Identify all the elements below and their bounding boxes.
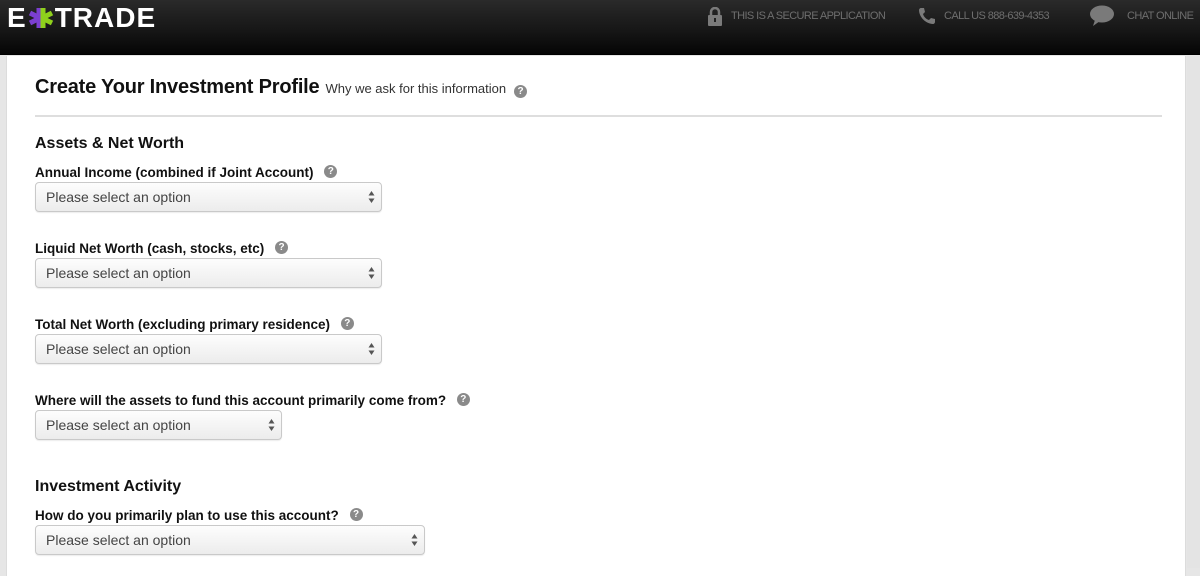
account-use-label-text: How do you primarily plan to use this ac… (35, 508, 339, 523)
logo-star-icon (28, 8, 53, 28)
logo-text-right: TRADE (54, 2, 157, 33)
funding-source-value: Please select an option (46, 417, 191, 433)
select-arrows-icon (411, 534, 418, 546)
help-icon[interactable]: ? (456, 392, 470, 406)
account-use-select[interactable]: Please select an option (35, 525, 425, 555)
total-net-worth-label: Total Net Worth (excluding primary resid… (35, 316, 354, 332)
etrade-logo[interactable]: E TRADE (7, 4, 156, 32)
call-text: CALL US 888-639-4353 (944, 10, 1050, 22)
total-net-worth-value: Please select an option (46, 341, 191, 357)
section-title-investment-activity: Investment Activity (35, 478, 182, 495)
secure-application-notice: THIS IS A SECURE APPLICATION (707, 4, 886, 28)
account-use-label: How do you primarily plan to use this ac… (35, 507, 363, 523)
select-arrows-icon (268, 419, 275, 431)
funding-source-label: Where will the assets to fund this accou… (35, 392, 470, 408)
liquid-net-worth-select[interactable]: Please select an option (35, 258, 382, 288)
liquid-net-worth-label: Liquid Net Worth (cash, stocks, etc) ? (35, 240, 289, 256)
select-arrows-icon (368, 267, 375, 279)
logo-text-left: E (7, 2, 27, 33)
chat-text: CHAT ONLINE (1127, 10, 1194, 22)
investment-profile-page: Create Your Investment Profile Why we as… (6, 56, 1186, 576)
annual-income-label: Annual Income (combined if Joint Account… (35, 164, 338, 180)
annual-income-value: Please select an option (46, 189, 191, 205)
top-bar: E TRADE THIS IS A SECURE APPLICATION CAL… (0, 0, 1200, 55)
funding-source-label-text: Where will the assets to fund this accou… (35, 393, 447, 408)
header-divider (35, 115, 1162, 117)
help-icon[interactable]: ? (340, 316, 354, 330)
page-header: Create Your Investment Profile Why we as… (35, 76, 528, 99)
help-icon[interactable]: ? (324, 164, 338, 178)
why-we-ask-link[interactable]: Why we ask for this information (325, 81, 506, 96)
chat-online-link[interactable]: CHAT ONLINE (1089, 4, 1194, 28)
select-arrows-icon (368, 343, 375, 355)
annual-income-label-text: Annual Income (combined if Joint Account… (35, 165, 314, 180)
total-net-worth-label-text: Total Net Worth (excluding primary resid… (35, 317, 331, 332)
scrollbar-track[interactable] (1187, 56, 1200, 568)
chat-bubble-icon (1089, 5, 1115, 27)
help-icon[interactable]: ? (275, 240, 289, 254)
phone-icon (918, 7, 936, 25)
section-title-assets: Assets & Net Worth (35, 135, 185, 152)
total-net-worth-select[interactable]: Please select an option (35, 334, 382, 364)
annual-income-select[interactable]: Please select an option (35, 182, 382, 212)
liquid-net-worth-label-text: Liquid Net Worth (cash, stocks, etc) (35, 241, 265, 256)
lock-icon (707, 6, 723, 26)
secure-text: THIS IS A SECURE APPLICATION (731, 10, 886, 22)
page-title: Create Your Investment Profile (35, 76, 320, 98)
help-icon[interactable]: ? (514, 85, 528, 98)
liquid-net-worth-value: Please select an option (46, 265, 191, 281)
help-icon[interactable]: ? (349, 507, 363, 521)
select-arrows-icon (368, 191, 375, 203)
funding-source-select[interactable]: Please select an option (35, 410, 282, 440)
call-us[interactable]: CALL US 888-639-4353 (918, 4, 1050, 28)
account-use-value: Please select an option (46, 532, 191, 548)
